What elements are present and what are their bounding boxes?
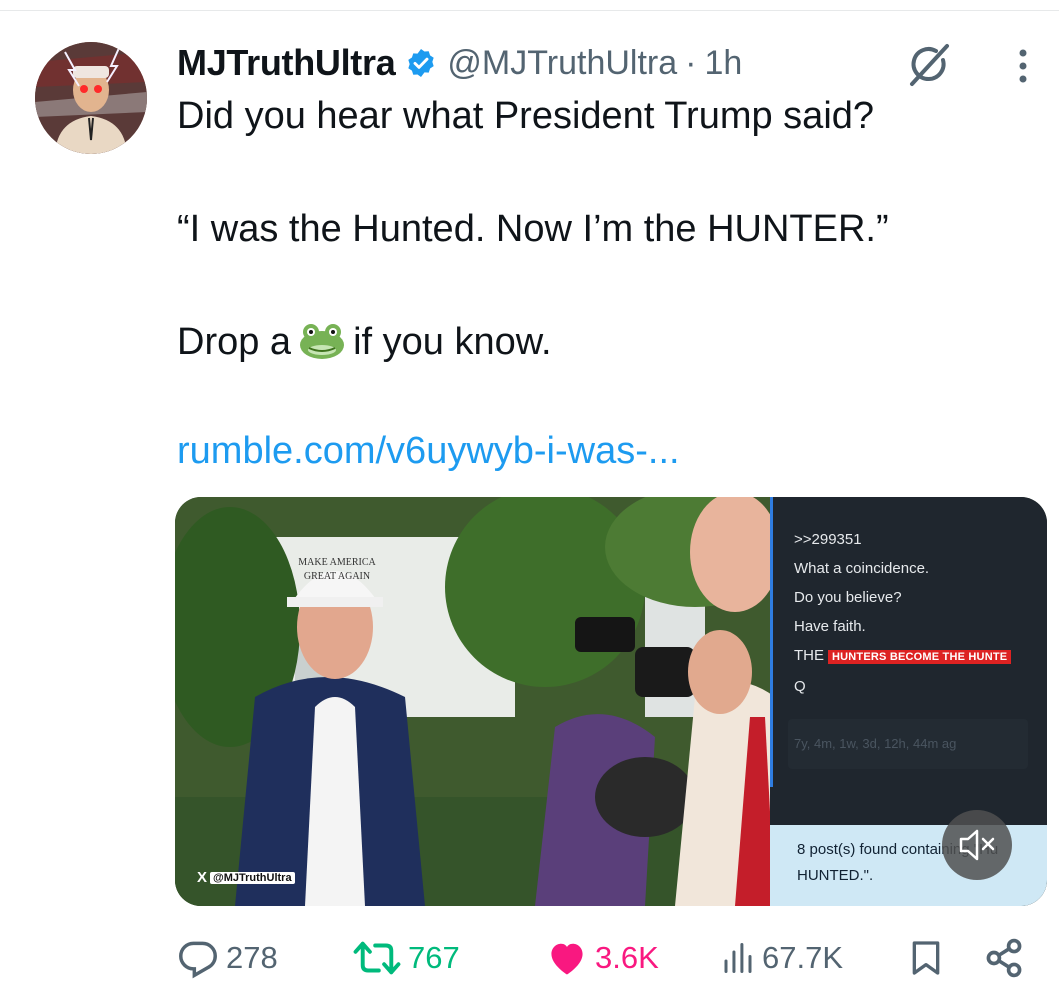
q-search-result-line: HUNTED.". (797, 867, 874, 884)
q-post-signature: Q (794, 678, 806, 695)
reply-icon (179, 941, 217, 979)
tweet-text-line: Drop a if you know. (177, 320, 552, 364)
reply-button[interactable]: 278 (176, 930, 278, 986)
bookmark-icon (912, 941, 940, 975)
tweet-text-segment: if you know. (353, 321, 552, 363)
like-button[interactable]: 3.6K (545, 930, 659, 986)
heart-icon (551, 943, 583, 975)
external-link[interactable]: rumble.com/v6uywyb-i-was-... (177, 430, 680, 473)
q-panel-stripe (770, 497, 773, 787)
mute-toggle-button[interactable] (942, 810, 1012, 880)
more-options-icon[interactable] (1006, 46, 1040, 86)
repost-icon (353, 941, 401, 975)
q-post-prefix: THE (794, 647, 824, 664)
share-button[interactable] (982, 930, 1032, 986)
q-post-id: >>299351 (794, 531, 862, 548)
like-count: 3.6K (595, 940, 659, 975)
hat-text: GREAT AGAIN (304, 571, 370, 582)
repost-button[interactable]: 767 (352, 930, 460, 986)
avatar[interactable] (35, 42, 147, 154)
video-watermark: X @MJTruthUltra (197, 869, 295, 886)
tweet-text-line: “I was the Hunted. Now I’m the HUNTER.” (177, 208, 889, 250)
bookmark-button[interactable] (906, 930, 952, 986)
author-handle[interactable]: @MJTruthUltra (447, 44, 677, 83)
q-post-highlight: HUNTERS BECOME THE HUNTE (828, 650, 1012, 664)
views-button[interactable]: 67.7K (720, 930, 843, 986)
q-post-line: Have faith. (794, 618, 866, 635)
grok-icon[interactable] (903, 40, 953, 90)
share-icon (986, 938, 1022, 978)
watermark-handle: @MJTruthUltra (210, 871, 295, 884)
speaker-muted-icon (959, 829, 995, 861)
hat-text: MAKE AMERICA (298, 557, 376, 568)
q-post-age-box: 7y, 4m, 1w, 3d, 12h, 44m ag (788, 719, 1028, 769)
tweet-text-segment: Drop a (177, 321, 292, 363)
tweet-actions: 278 767 3.6K 67.7K (0, 930, 1059, 986)
display-name[interactable]: MJTruthUltra (177, 42, 396, 84)
reply-count: 278 (226, 940, 278, 975)
q-post-line: What a coincidence. (794, 560, 930, 577)
avatar-image (35, 42, 147, 154)
q-post-line: THE HUNTERS BECOME THE HUNTE (794, 641, 1012, 672)
q-post-line: Do you believe? (794, 589, 902, 606)
video-player[interactable]: MAKE AMERICA GREAT AGAIN >>299351 What a… (175, 497, 1047, 906)
q-post-age: 7y, 4m, 1w, 3d, 12h, 44m ag (794, 736, 957, 751)
repost-count: 767 (408, 940, 460, 975)
tweet-header: MJTruthUltra @MJTruthUltra · 1h (177, 40, 742, 86)
separator-dot: · (685, 43, 697, 82)
frog-face-icon (300, 324, 345, 359)
views-count: 67.7K (762, 940, 844, 975)
x-logo-icon: X (197, 869, 208, 886)
post-time[interactable]: 1h (704, 44, 742, 83)
top-divider (0, 10, 1059, 11)
verified-badge-icon (408, 49, 435, 77)
views-chart-icon (724, 943, 752, 973)
video-frame: MAKE AMERICA GREAT AGAIN (175, 497, 775, 906)
q-post-body: >>299351 What a coincidence. Do you beli… (794, 525, 1012, 701)
tweet-text-line: Did you hear what President Trump said? (177, 95, 875, 137)
